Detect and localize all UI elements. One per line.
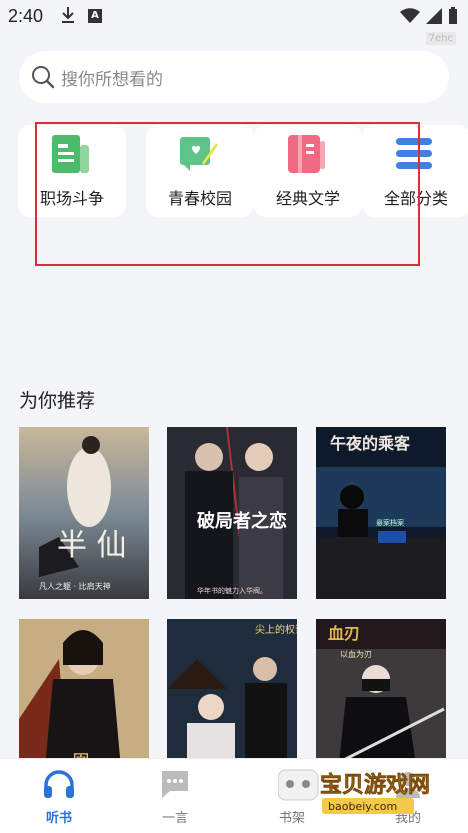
cover-title: 尖上的权谋 [255,623,297,636]
section-title-recommend: 为你推荐 [19,390,96,412]
signal-icon [426,8,442,24]
cover-subtitle: 以血为刃 [340,649,372,659]
cover-title: 午夜的乘客 [330,434,411,453]
category-card-workplace[interactable]: 职场斗争 [18,125,126,217]
search-icon [32,66,55,89]
status-time: 2:40 [8,6,44,26]
category-label: 青春校园 [167,189,232,208]
status-bar: 2:40 A [0,0,468,32]
category-label: 职场斗争 [39,189,104,208]
battery-icon [449,7,457,24]
category-card-all[interactable]: 全部分类 [362,125,468,217]
search-bar[interactable]: 搜你所想看的 [19,51,449,103]
chat-bubble-icon [162,771,188,798]
heart-notebook-icon [180,137,218,171]
headphones-icon [44,770,74,798]
cover-subtitle: 凡人之躯 · 比肩天神 [39,581,111,591]
cover-subtitle: 华年书的魅力入华阀。 [197,586,267,595]
watermark-url: baobeiy.com [328,800,397,813]
cover-title: 破局者之恋 [197,510,287,532]
book-cover-1[interactable]: 半 仙 凡人之躯 · 比肩天神 [19,427,149,599]
pink-book-icon [288,135,325,173]
book-cover-3[interactable]: 午夜的乘客 悬案档案 [316,427,446,599]
watermark-logo: 宝贝游戏网 baobeiy.com [277,764,450,816]
wifi-icon [400,8,420,23]
category-label: 全部分类 [383,189,448,208]
category-card-classic[interactable]: 经典文学 [254,125,362,217]
status-indicators [400,7,458,25]
nav-item-quote[interactable]: 一言 [135,769,215,826]
list-icon [396,138,432,169]
download-icon [60,6,76,29]
nav-item-listen[interactable]: 听书 [19,769,99,826]
watermark-text: 宝贝游戏网 [320,772,430,798]
cover-title: 半 仙 [57,528,127,563]
cover-subtitle: 悬案档案 [376,518,404,527]
corner-tag: 7ehc [425,32,456,45]
nav-label: 一言 [161,811,188,826]
notification-a-icon: A [88,9,102,23]
category-label: 经典文学 [275,189,340,208]
search-input[interactable]: 搜你所想看的 [61,65,163,90]
cover-title: 血刃 [328,624,360,643]
category-row: 职场斗争 青春校园 经典文学 全部分类 [18,125,468,217]
book-green-icon [52,135,89,173]
nav-label: 听书 [45,811,72,826]
book-cover-2[interactable]: 破局者之恋 华年书的魅力入华阀。 [167,427,297,599]
category-card-campus[interactable]: 青春校园 [146,125,254,217]
